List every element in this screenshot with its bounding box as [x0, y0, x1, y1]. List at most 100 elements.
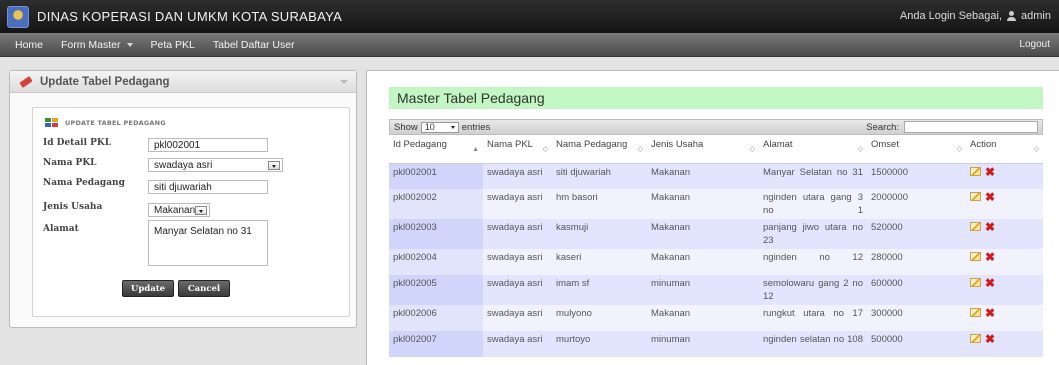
delete-icon[interactable]: ✖: [985, 191, 995, 203]
edit-icon[interactable]: [970, 166, 981, 176]
form-title: UPDATE TABEL PEDAGANG: [45, 118, 166, 128]
edit-icon[interactable]: [970, 334, 981, 343]
edit-icon[interactable]: [970, 252, 981, 261]
action-group: ✖: [970, 166, 1039, 178]
table-row: pkl002007 swadaya asri murtoyo minuman ngind…: [389, 331, 1043, 357]
cell-omset: 280000: [867, 249, 966, 275]
login-info: Anda Login Sebagai, admin: [900, 10, 1051, 22]
cell-omset: 520000: [867, 219, 966, 249]
action-group: ✖: [970, 221, 1039, 233]
cell-alamat: panjang jiwo utara no 23: [759, 219, 867, 249]
action-group: ✖: [970, 277, 1039, 289]
cell-id-pedagang: pkl002006: [389, 305, 483, 331]
cell-nama-pedagang: mulyono: [552, 305, 647, 331]
cell-id-pedagang: pkl002004: [389, 249, 483, 275]
update-form: UPDATE TABEL PEDAGANG Id Detail PKL pkl0…: [32, 107, 350, 317]
nav-home[interactable]: Home: [15, 39, 43, 51]
col-action[interactable]: Action ◇: [966, 136, 1043, 164]
delete-icon[interactable]: ✖: [985, 251, 995, 263]
cell-omset: 1500000: [867, 163, 966, 189]
delete-icon[interactable]: ✖: [985, 221, 995, 233]
col-omset[interactable]: Omset ◇: [867, 136, 966, 164]
id-detail-input[interactable]: pkl002001: [148, 138, 268, 152]
show-label: Show: [394, 121, 418, 133]
action-group: ✖: [970, 333, 1039, 345]
form-title-label: UPDATE TABEL PEDAGANG: [65, 119, 166, 127]
alamat-textarea[interactable]: Manyar Selatan no 31: [148, 220, 268, 266]
update-panel-header: Update Tabel Pedagang: [10, 71, 356, 93]
nav-form-master[interactable]: Form Master: [61, 39, 133, 51]
cell-nama-pkl: swadaya asri: [483, 305, 552, 331]
entries-select[interactable]: 10: [420, 121, 459, 133]
col-nama-pedagang[interactable]: Nama Pedagang ◇: [552, 136, 647, 164]
cell-action: ✖: [966, 249, 1043, 275]
cell-id-pedagang: pkl002003: [389, 219, 483, 249]
sort-icon: ◇: [1033, 146, 1039, 153]
action-group: ✖: [970, 191, 1039, 203]
nama-pedagang-input[interactable]: siti djuwariah: [148, 180, 268, 194]
update-button[interactable]: Update: [122, 280, 174, 297]
cell-nama-pedagang: imam sf: [552, 275, 647, 305]
user-name-link[interactable]: admin: [1021, 10, 1051, 22]
cell-id-pedagang: pkl002001: [389, 163, 483, 189]
cell-alamat: nginden no 12: [759, 249, 867, 275]
pedagang-table: Id Pedagang ▲ Nama PKL ◇ Nama Pedagang ◇ Je…: [389, 136, 1043, 357]
col-id-pedagang[interactable]: Id Pedagang ▲: [389, 136, 483, 164]
table-header-row: Id Pedagang ▲ Nama PKL ◇ Nama Pedagang ◇ Je…: [389, 136, 1043, 164]
chevron-down-icon: [126, 42, 133, 47]
nav-peta-pkl[interactable]: Peta PKL: [151, 39, 195, 51]
alamat-label: Alamat: [43, 224, 79, 234]
col-jenis-usaha[interactable]: Jenis Usaha ◇: [647, 136, 759, 164]
nama-pedagang-label: Nama Pedagang: [43, 178, 125, 188]
delete-icon[interactable]: ✖: [985, 333, 995, 345]
cell-omset: 600000: [867, 275, 966, 305]
edit-icon[interactable]: [970, 192, 981, 201]
cancel-button[interactable]: Cancel: [178, 280, 230, 297]
table-row: pkl002003 swadaya asri kasmuji Makanan panja…: [389, 219, 1043, 249]
nama-pkl-select[interactable]: swadaya asri: [148, 158, 283, 172]
cell-action: ✖: [966, 331, 1043, 357]
edit-icon[interactable]: [970, 308, 981, 317]
col-label: Id Pedagang: [393, 139, 447, 150]
chevron-down-icon: [268, 161, 280, 170]
cell-nama-pkl: swadaya asri: [483, 275, 552, 305]
cell-nama-pkl: swadaya asri: [483, 249, 552, 275]
table-row: pkl002006 swadaya asri mulyono Makanan rungk…: [389, 305, 1043, 331]
cell-nama-pkl: swadaya asri: [483, 331, 552, 357]
nav-form-master-label: Form Master: [61, 38, 121, 51]
delete-icon[interactable]: ✖: [985, 166, 995, 178]
edit-icon[interactable]: [970, 222, 981, 231]
cell-nama-pedagang: kaseri: [552, 249, 647, 275]
cell-action: ✖: [966, 163, 1043, 189]
cell-nama-pkl: swadaya asri: [483, 163, 552, 189]
sort-icon: ◇: [956, 146, 962, 153]
login-text: Anda Login Sebagai,: [899, 10, 1003, 22]
cell-alamat: semolowaru gang 2 no 12: [759, 275, 867, 305]
delete-icon[interactable]: ✖: [985, 277, 995, 289]
nav-tabel-daftar-user[interactable]: Tabel Daftar User: [213, 39, 295, 51]
logout-link[interactable]: Logout: [1019, 39, 1050, 50]
cell-omset: 500000: [867, 331, 966, 357]
jenis-usaha-select[interactable]: Makanan: [148, 203, 210, 217]
user-icon: [1007, 11, 1017, 21]
sort-asc-icon: ▲: [472, 146, 479, 153]
nama-pkl-value: swadaya asri: [154, 159, 213, 171]
cell-alamat: nginden selatan no 108: [759, 331, 867, 357]
col-label: Action: [970, 139, 997, 150]
collapse-icon[interactable]: [340, 80, 348, 84]
cell-nama-pedagang: hm basori: [552, 189, 647, 219]
table-row: pkl002004 swadaya asri kaseri Makanan nginde…: [389, 249, 1043, 275]
sort-icon: ◇: [749, 146, 755, 153]
app-title: DINAS KOPERASI DAN UMKM KOTA SURABAYA: [37, 9, 343, 24]
cell-action: ✖: [966, 305, 1043, 331]
col-nama-pkl[interactable]: Nama PKL ◇: [483, 136, 552, 164]
city-logo-icon: [7, 5, 29, 28]
search-input[interactable]: [904, 121, 1038, 133]
col-alamat[interactable]: Alamat ◇: [759, 136, 867, 164]
jenis-usaha-value: Makanan: [154, 204, 196, 216]
cell-id-pedagang: pkl002005: [389, 275, 483, 305]
edit-icon[interactable]: [970, 278, 981, 287]
delete-icon[interactable]: ✖: [985, 307, 995, 319]
panel-title: Update Tabel Pedagang: [40, 75, 170, 88]
cell-jenis-usaha: Makanan: [647, 189, 759, 219]
